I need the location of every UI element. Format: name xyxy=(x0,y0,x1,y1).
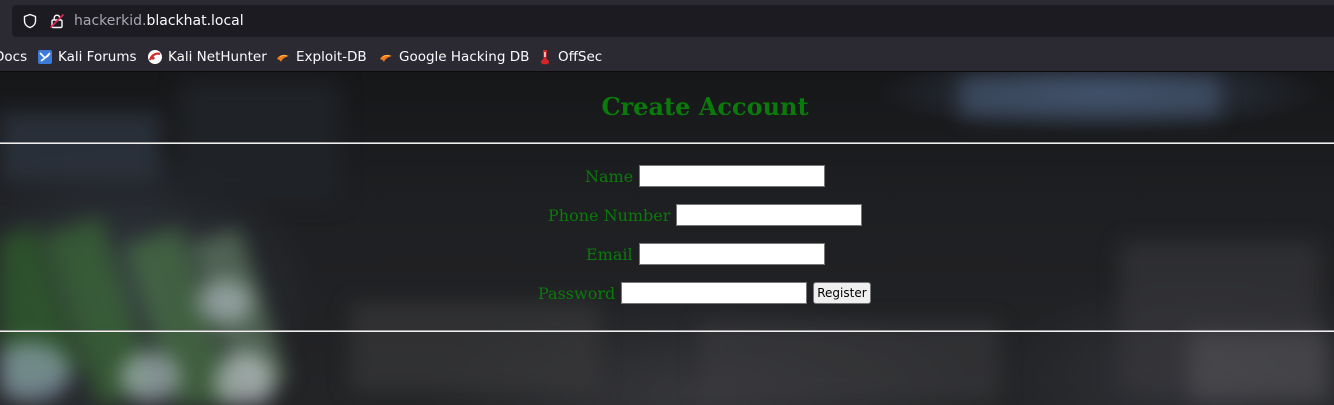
name-label: Name xyxy=(585,166,634,186)
page-viewport: Create Account Name Phone Number Email P… xyxy=(0,72,1334,405)
bookmark-label: OffSec xyxy=(558,49,603,65)
bookmarks-toolbar: Docs Kali Forums Kali NetHunter Exploit-… xyxy=(0,42,1334,72)
phone-row: Phone Number xyxy=(548,203,863,227)
tracking-protection-shield-icon[interactable] xyxy=(22,13,38,29)
email-row: Email xyxy=(586,242,825,266)
background-image xyxy=(0,72,1334,405)
name-row: Name xyxy=(585,164,826,188)
url-subdomain: hackerkid. xyxy=(74,13,147,29)
url-domain: blackhat.local xyxy=(146,13,244,29)
bookmark-label: Kali Forums xyxy=(58,49,137,65)
password-input[interactable] xyxy=(621,282,808,304)
address-bar[interactable]: hackerkid.blackhat.local xyxy=(12,5,1334,37)
phone-number-label: Phone Number xyxy=(548,205,671,225)
divider-top xyxy=(0,142,1334,144)
password-row: Password Register xyxy=(538,281,871,305)
divider-bottom xyxy=(0,330,1334,332)
google-hacking-db-icon xyxy=(380,54,392,62)
bookmark-google-hacking-db[interactable]: Google Hacking DB xyxy=(378,48,529,66)
email-input[interactable] xyxy=(638,243,825,265)
offsec-icon xyxy=(541,50,549,65)
insecure-lock-icon[interactable] xyxy=(49,13,65,29)
bookmark-exploit-db[interactable]: Exploit-DB xyxy=(275,48,367,66)
name-input[interactable] xyxy=(639,165,826,187)
register-button[interactable]: Register xyxy=(813,282,871,304)
exploit-db-icon xyxy=(277,54,289,62)
browser-toolbar: hackerkid.blackhat.local xyxy=(0,0,1334,42)
bookmark-kali-forums[interactable]: Kali Forums xyxy=(37,48,137,66)
url-text[interactable]: hackerkid.blackhat.local xyxy=(74,12,244,30)
password-label: Password xyxy=(538,283,616,303)
kali-nethunter-icon xyxy=(148,50,162,64)
phone-number-input[interactable] xyxy=(676,204,863,226)
bookmark-label: Google Hacking DB xyxy=(399,49,530,65)
bookmark-offsec[interactable]: OffSec xyxy=(537,48,602,66)
bookmark-label: Docs xyxy=(0,49,28,65)
kali-forums-icon xyxy=(38,50,52,64)
bookmark-label: Exploit-DB xyxy=(296,49,367,65)
bookmark-label: Kali NetHunter xyxy=(168,49,267,65)
page-title: Create Account xyxy=(601,92,809,121)
email-label: Email xyxy=(586,244,633,264)
bookmark-docs[interactable]: Docs xyxy=(0,48,27,66)
bookmark-kali-nethunter[interactable]: Kali NetHunter xyxy=(147,48,267,66)
